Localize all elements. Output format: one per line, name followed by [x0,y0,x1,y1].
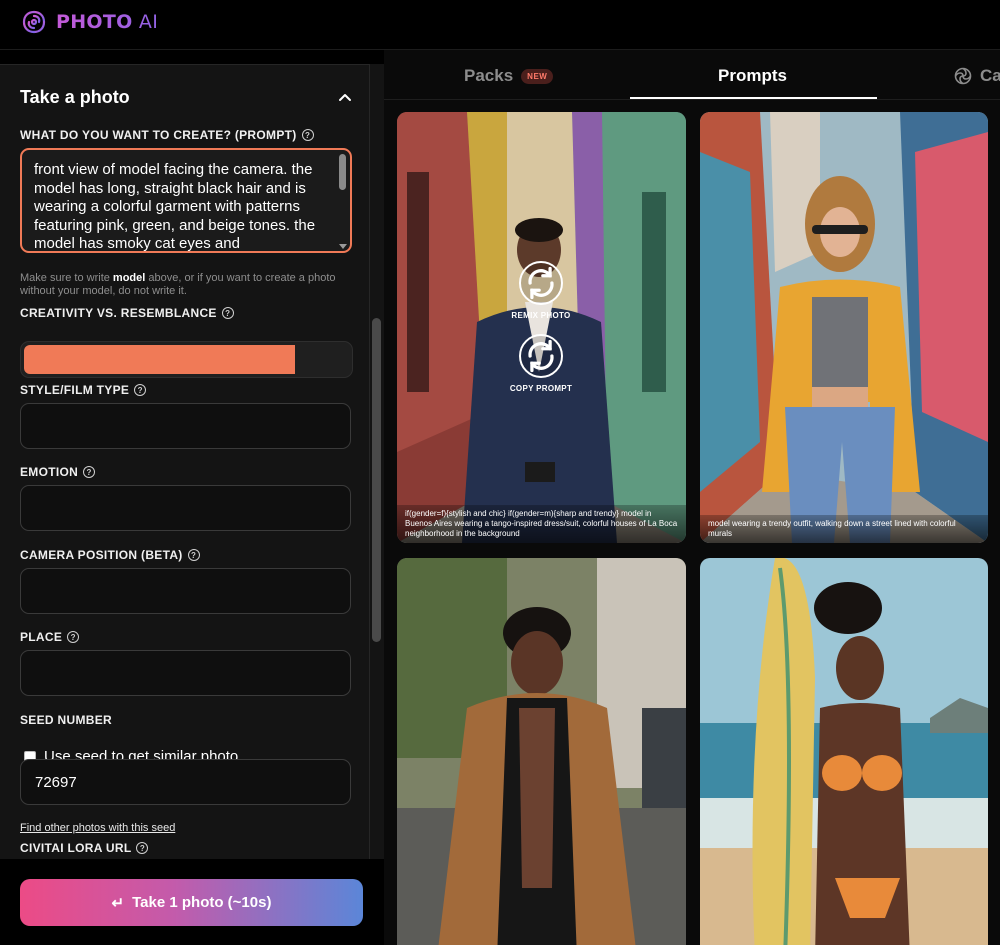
style-input[interactable] [20,403,351,449]
card-caption: if(gender=f){stylish and chic} if(gender… [397,505,686,543]
logo-swirl-icon [22,10,46,34]
card-image [397,112,686,543]
tab-cat[interactable]: Ca [954,66,1000,86]
refresh-icon [528,266,554,300]
active-tab-indicator [630,97,877,99]
swirl-icon [954,67,972,85]
card-image [700,558,988,945]
logo[interactable]: PHOTO AITM [20,8,172,36]
copy-prompt-button[interactable] [519,334,563,378]
remix-photo-label: REMIX PHOTO [511,311,571,320]
seed-label: SEED NUMBER [20,713,112,727]
card-image [397,558,686,945]
lora-label: CIVITAI LORA URL ? [20,841,149,855]
prompt-label: WHAT DO YOU WANT TO CREATE? (PROMPT) ? [20,128,314,142]
prompt-card[interactable] [397,558,686,945]
prompt-card[interactable] [700,558,988,945]
help-icon[interactable]: ? [83,466,96,478]
prompt-hint: Make sure to write model above, or if yo… [20,272,336,297]
refresh-icon [528,339,554,373]
camera-position-label: CAMERA POSITION (BETA) ? [20,548,200,562]
creativity-label: CREATIVITY VS. RESEMBLANCE ? [20,306,234,320]
place-label: PLACE ? [20,630,80,644]
help-icon[interactable]: ? [67,631,80,643]
help-icon[interactable]: ? [134,384,147,396]
new-badge: NEW [521,68,554,84]
prompt-card[interactable]: model wearing a trendy outfit, walking d… [700,112,988,543]
left-sidebar: Take a photo WHAT DO YOU WANT TO CREATE?… [0,50,384,945]
emotion-label: EMOTION ? [20,465,96,479]
remix-photo-button[interactable] [519,261,563,305]
chevron-up-icon[interactable] [337,89,353,105]
card-caption: model wearing a trendy outfit, walking d… [700,515,988,543]
take-photo-panel: Take a photo WHAT DO YOU WANT TO CREATE?… [0,64,370,859]
tab-prompts[interactable]: Prompts [718,66,787,86]
tab-bar: Packs NEW Prompts Ca [384,50,1000,100]
logo-text: PHOTO AITM [56,11,173,33]
style-label: STYLE/FILM TYPE ? [20,383,147,397]
prompt-scrollbar[interactable] [339,154,346,190]
top-bar: PHOTO AITM [0,0,1000,50]
help-icon[interactable]: ? [221,307,234,319]
tab-packs[interactable]: Packs NEW [464,66,554,86]
find-seed-photos-link[interactable]: Find other photos with this seed [20,822,175,834]
prompt-card[interactable]: REMIX PHOTO COPY PROMPT if(gender=f){sty… [397,112,686,543]
creativity-slider[interactable] [20,341,353,378]
scroll-down-arrow-icon[interactable] [339,244,347,249]
return-icon: ↵ [111,894,125,912]
help-icon[interactable]: ? [136,842,149,854]
place-input[interactable] [20,650,351,696]
section-title: Take a photo [20,87,130,107]
prompt-textarea[interactable]: front view of model facing the camera. t… [20,148,352,253]
camera-position-input[interactable] [20,568,351,614]
gallery-area: Packs NEW Prompts Ca REMIX PHOTO COPY PR… [384,50,1000,945]
help-icon[interactable]: ? [301,129,314,141]
card-image [700,112,988,543]
emotion-input[interactable] [20,485,351,531]
seed-input[interactable]: 72697 [20,759,351,805]
take-photo-button[interactable]: ↵ Take 1 photo (~10s) [20,879,363,926]
help-icon[interactable]: ? [187,549,200,561]
slider-fill [24,345,296,374]
panel-scroll-thumb[interactable] [372,318,381,642]
prompt-text: front view of model facing the camera. t… [34,161,316,252]
copy-prompt-label: COPY PROMPT [509,384,573,393]
